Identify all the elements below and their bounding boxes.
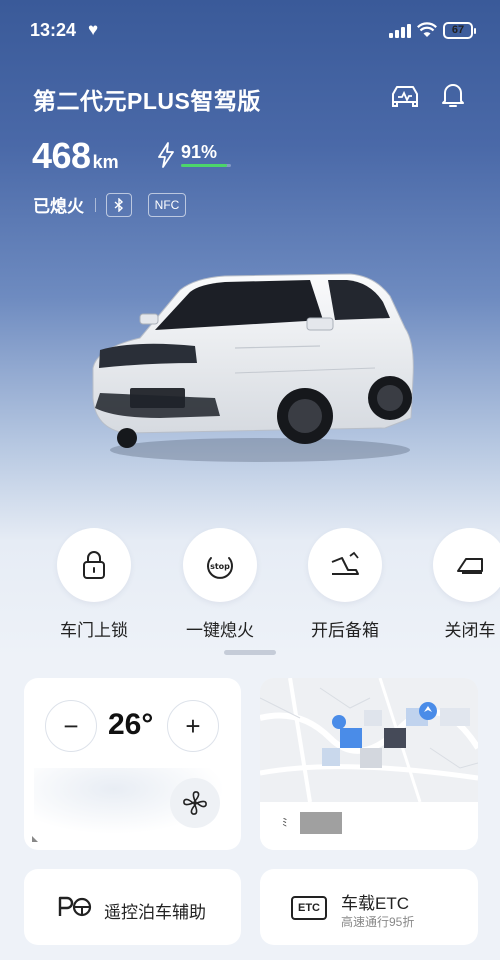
temperature-value: 26°	[108, 708, 154, 741]
quick-action-close-window[interactable]: 关闭车	[430, 528, 500, 641]
map-footer: ﾐ	[260, 802, 478, 850]
drag-handle[interactable]	[224, 650, 276, 655]
lock-icon	[83, 551, 105, 579]
quick-action-label: 车门上锁	[60, 621, 128, 640]
charge-bar-fill	[181, 164, 227, 167]
quick-action-lock[interactable]: 车门上锁	[54, 528, 134, 641]
bluetooth-icon	[114, 197, 124, 212]
quick-action-open-trunk[interactable]: 开后备箱	[305, 528, 385, 641]
map-view[interactable]	[260, 678, 478, 802]
battery-icon: 67	[443, 22, 476, 39]
quick-action-label: 一键熄火	[186, 621, 254, 640]
cellular-signal-icon	[389, 24, 411, 38]
car-model-title[interactable]: 第二代元PLUS智驾版	[33, 82, 261, 116]
bluetooth-chip	[106, 192, 132, 217]
car-dashboard-icon[interactable]	[389, 82, 421, 110]
etc-card[interactable]: ETC 车载ETC 高速通行95折	[260, 869, 478, 945]
trunk-open-icon	[331, 551, 359, 575]
fan-button[interactable]	[170, 778, 220, 828]
charge-percent: 91%	[181, 142, 218, 162]
stop-engine-button[interactable]: stop	[183, 528, 257, 602]
status-bar: 13:24 ♥ 67	[0, 0, 500, 60]
quick-action-label: 开后备箱	[311, 621, 379, 640]
svg-text:stop: stop	[210, 562, 230, 571]
range-display: 468 km	[32, 135, 119, 177]
plus-icon: +	[185, 710, 201, 741]
nfc-chip: NFC	[148, 192, 186, 217]
quick-action-label: 关闭车	[444, 621, 496, 640]
remote-parking-card[interactable]: 遥控泊车辅助	[24, 869, 241, 945]
redacted-address	[300, 812, 342, 834]
corner-indicator	[32, 836, 38, 842]
engine-status: 已熄火	[33, 197, 84, 216]
remote-parking-icon	[58, 896, 92, 917]
vehicle-status-row: 已熄火 NFC	[33, 192, 186, 217]
stop-icon: stop	[207, 557, 233, 579]
map-card[interactable]: ﾐ	[260, 678, 478, 850]
fan-icon	[183, 791, 207, 815]
etc-subtitle: 高速通行95折	[341, 915, 415, 929]
open-trunk-button[interactable]	[308, 528, 382, 602]
temperature-decrease-button[interactable]: −	[45, 700, 97, 752]
lock-button[interactable]	[57, 528, 131, 602]
lightning-bolt-icon	[158, 142, 174, 168]
minus-icon: −	[63, 710, 79, 741]
quick-action-stop-engine[interactable]: stop 一键熄火	[180, 528, 260, 641]
wifi-icon	[417, 22, 437, 37]
etc-title: 车载ETC	[341, 894, 409, 913]
range-unit: km	[92, 152, 119, 172]
status-divider	[95, 197, 96, 212]
climate-card[interactable]: − 26° +	[24, 678, 241, 850]
remote-parking-label: 遥控泊车辅助	[104, 903, 206, 922]
etc-icon: ETC	[291, 896, 327, 920]
charge-bar	[181, 164, 231, 167]
car-image	[92, 273, 414, 462]
close-window-button[interactable]	[433, 528, 500, 602]
close-window-icon	[457, 558, 483, 574]
quick-actions-row: 车门上锁 stop 一键熄火 开后备箱 关闭车	[0, 528, 500, 643]
map-footer-mark: ﾐ	[282, 817, 288, 829]
heart-icon: ♥	[88, 20, 99, 39]
range-value: 468	[32, 135, 91, 176]
battery-level: 67	[451, 24, 465, 36]
notification-bell-icon[interactable]	[438, 80, 468, 110]
temperature-increase-button[interactable]: +	[167, 700, 219, 752]
status-time: 13:24	[30, 20, 77, 40]
